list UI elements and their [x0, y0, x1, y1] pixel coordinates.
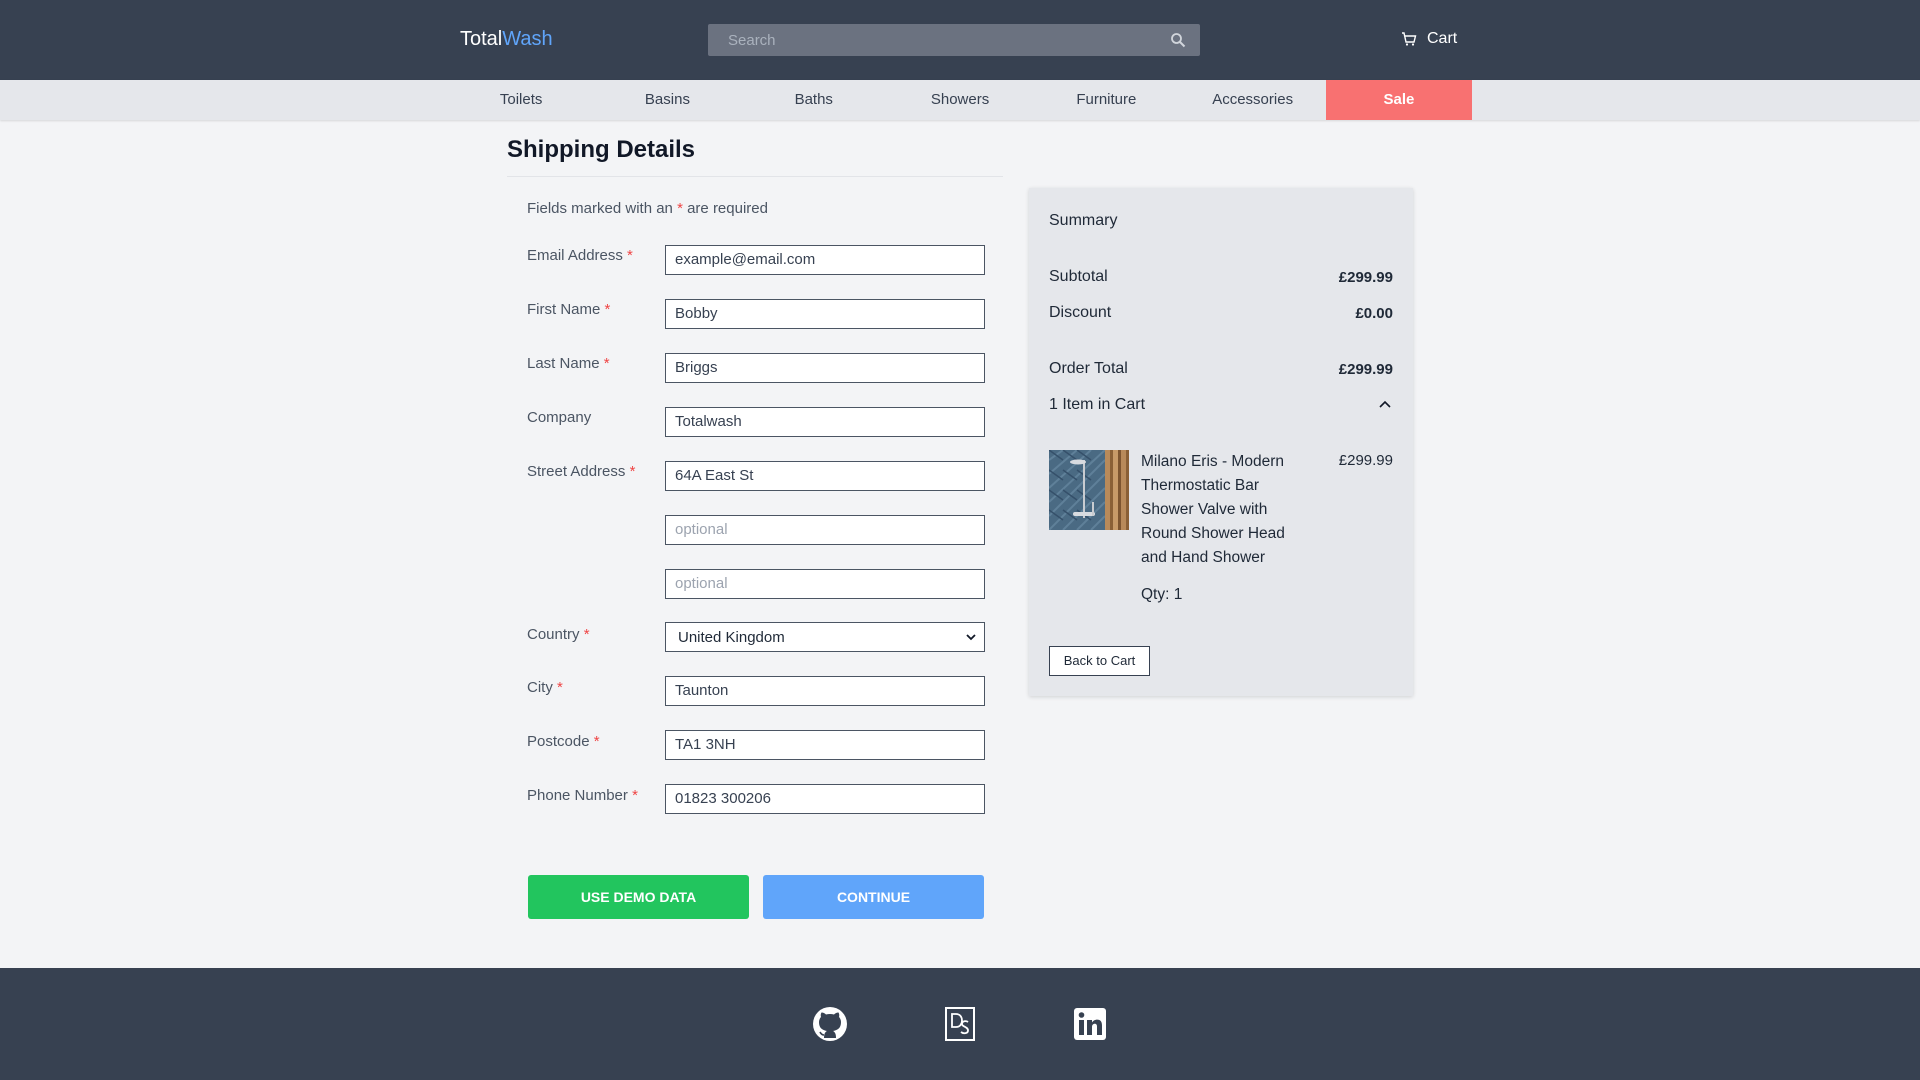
subtotal-value: £299.99: [1338, 269, 1393, 286]
country-select-value: United Kingdom: [678, 629, 785, 646]
company-label: Company: [527, 409, 592, 426]
company-field[interactable]: Totalwash: [665, 407, 985, 437]
subtotal-label: Subtotal: [1049, 268, 1108, 285]
cart-icon: [1402, 32, 1417, 46]
search-icon[interactable]: [1170, 32, 1186, 48]
items-in-cart-toggle[interactable]: 1 Item in Cart: [1049, 396, 1145, 414]
category-nav: Toilets Basins Baths Showers Furniture A…: [0, 80, 1920, 120]
required-note: Fields marked with an * are required: [527, 200, 768, 217]
search-input[interactable]: Search: [728, 32, 776, 49]
phone-field[interactable]: 01823 300206: [665, 784, 985, 814]
nav-item-toilets[interactable]: Toilets: [448, 80, 594, 120]
use-demo-data-button[interactable]: USE DEMO DATA: [528, 875, 749, 919]
cart-item-price: £299.99: [1338, 452, 1393, 469]
ds-logo-icon[interactable]: [941, 1005, 979, 1043]
country-label: Country *: [527, 626, 590, 643]
product-thumbnail[interactable]: [1049, 450, 1129, 530]
site-footer: [0, 968, 1920, 1080]
title-divider: [507, 176, 1003, 177]
country-select[interactable]: United Kingdom: [665, 622, 985, 652]
back-to-cart-button[interactable]: Back to Cart: [1049, 646, 1150, 676]
street-address-line2-field[interactable]: optional: [665, 515, 985, 545]
first-name-label: First Name *: [527, 301, 611, 318]
search-bar[interactable]: Search: [708, 24, 1200, 56]
logo-text-wash: Wash: [502, 28, 553, 50]
nav-item-basins[interactable]: Basins: [594, 80, 740, 120]
order-total-value: £299.99: [1338, 361, 1393, 378]
continue-button[interactable]: CONTINUE: [763, 875, 984, 919]
site-header: TotalWash Search Cart: [0, 0, 1920, 80]
postcode-label: Postcode *: [527, 733, 600, 750]
chevron-down-icon: [966, 634, 976, 641]
page-title: Shipping Details: [507, 136, 696, 163]
order-summary-panel: Summary Subtotal £299.99 Discount £0.00 …: [1029, 188, 1413, 696]
email-field[interactable]: example@email.com: [665, 245, 985, 275]
postcode-field[interactable]: TA1 3NH: [665, 730, 985, 760]
last-name-label: Last Name *: [527, 355, 610, 372]
discount-label: Discount: [1049, 304, 1112, 321]
summary-heading: Summary: [1049, 212, 1118, 229]
required-star: *: [677, 200, 683, 217]
chevron-up-icon[interactable]: [1379, 398, 1391, 410]
required-note-before: Fields marked with an: [527, 200, 673, 217]
street-address-label: Street Address *: [527, 463, 636, 480]
city-field[interactable]: Taunton: [665, 676, 985, 706]
nav-item-accessories[interactable]: Accessories: [1179, 80, 1325, 120]
nav-item-furniture[interactable]: Furniture: [1033, 80, 1179, 120]
last-name-field[interactable]: Briggs: [665, 353, 985, 383]
logo-text-total: Total: [460, 28, 503, 50]
cart-link[interactable]: Cart: [1401, 30, 1457, 48]
cart-item-name[interactable]: Milano Eris - Modern Thermostatic Bar Sh…: [1141, 450, 1291, 570]
first-name-field[interactable]: Bobby: [665, 299, 985, 329]
email-label: Email Address *: [527, 247, 633, 264]
cart-item-qty: Qty: 1: [1141, 586, 1183, 603]
cart-label: Cart: [1427, 30, 1458, 47]
city-label: City *: [527, 679, 563, 696]
nav-item-baths[interactable]: Baths: [741, 80, 887, 120]
discount-value: £0.00: [1355, 305, 1393, 322]
logo[interactable]: TotalWash: [460, 28, 553, 51]
nav-item-sale[interactable]: Sale: [1325, 80, 1473, 120]
nav-item-showers[interactable]: Showers: [887, 80, 1033, 120]
linkedin-icon[interactable]: [1071, 1005, 1109, 1043]
phone-label: Phone Number *: [527, 787, 638, 804]
street-address-line3-field[interactable]: optional: [665, 569, 985, 599]
street-address-field[interactable]: 64A East St: [665, 461, 985, 491]
required-note-after: are required: [687, 200, 768, 217]
github-icon[interactable]: [811, 1005, 849, 1043]
order-total-label: Order Total: [1049, 360, 1128, 377]
